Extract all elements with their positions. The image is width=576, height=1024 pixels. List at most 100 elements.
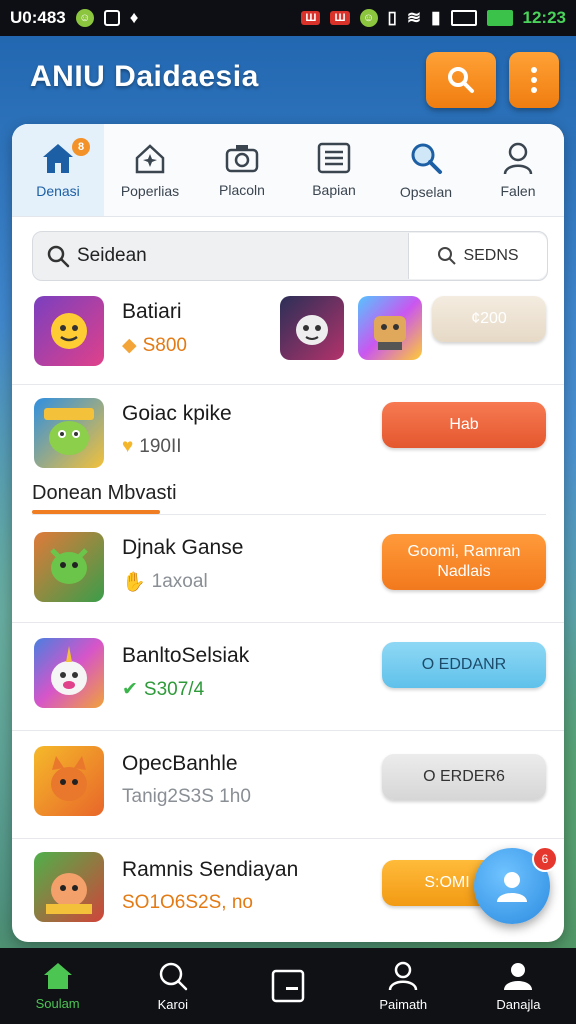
item-likes-value: 190II [139,436,182,457]
unicorn-character-icon [51,646,87,695]
shield-icon: ♦ [129,8,139,27]
list-item[interactable]: OpecBanhle Tanig2S3S 1h0 O ERDER6 [12,730,564,839]
menu-button[interactable] [509,52,559,108]
search-submit-button[interactable]: SEDNS [408,233,547,279]
item-title: Goiac kpike [122,402,232,425]
smiley-icon-2: ☺ [359,9,378,27]
search-icon [159,962,188,991]
nav-item-paimath[interactable]: Paimath [346,948,461,1024]
home-icon [43,144,73,173]
search-input[interactable] [71,244,408,268]
hero-character-icon [46,873,92,914]
game-thumbnail[interactable] [358,296,422,360]
people-icon [504,963,533,990]
diamond-icon: ◆ [122,335,137,356]
fab-badge: 6 [532,846,558,872]
nav-item-soulam[interactable]: Soulam [0,948,115,1024]
section-title: Donean Mbvasti [32,482,177,504]
search-button[interactable] [426,52,496,108]
search-icon [47,245,70,268]
tab-denasi[interactable]: 8 Denasi [12,124,104,216]
main-card: 8 Denasi Poperlias Placoln Bapian Opsela… [12,124,564,942]
person-icon [388,961,418,991]
battery-icon [450,10,477,26]
item-meta: Tanig2S3S 1h0 [122,786,251,808]
divider [32,514,546,515]
battery-charging-icon [486,10,513,26]
magnifier-icon [411,143,442,174]
monster-character-icon [44,408,94,455]
nav-label: Soulam [35,996,80,1011]
smiley-icon: ☺ [75,9,94,27]
action-button[interactable]: Hab [382,402,546,448]
action-button-label: Goomi, Ramran Nadlais [407,543,521,580]
order-button[interactable]: O ERDER6 [382,754,546,800]
person-icon [497,872,527,902]
price-button-label: ¢200 [471,310,507,327]
heart-icon: ♥ [122,436,134,457]
tab-label: Placoln [219,182,265,198]
item-meta-value: Tanig2S3S 1h0 [122,786,251,807]
item-price: SO1O6S2S, no [122,892,253,914]
order-button-label: O EDDANR [421,656,507,673]
game-thumbnail [34,296,104,366]
dragon-character-icon [50,548,88,584]
item-title: Batiari [122,300,182,323]
price-button[interactable]: ¢200 [432,296,546,342]
tab-poperlias[interactable]: Poperlias [104,124,196,216]
status-badge: Ш [301,11,321,25]
sparkle-house-icon [135,144,165,174]
tab-badge: 8 [72,138,90,156]
action-button[interactable]: Goomi, Ramran Nadlais [382,534,546,590]
more-vertical-icon [531,67,537,93]
game-thumbnail [34,746,104,816]
tab-label: Denasi [36,183,80,199]
tab-placoln[interactable]: Placoln [196,124,288,216]
nav-item-card[interactable] [230,948,345,1024]
action-button-label: Hab [449,416,479,433]
list-item[interactable]: Goiac kpike ♥ 190II Hab [12,384,564,480]
app-title: ANIU Daidaesia [30,60,259,93]
tab-opselan[interactable]: Opselan [380,124,472,216]
search-button-label: SEDNS [463,247,519,264]
home-icon [43,963,72,989]
item-price: ◆ S800 [122,334,187,357]
item-title: BanltoSelsiak [122,644,250,667]
list-item[interactable]: BanltoSelsiak ✔ S307/4 O EDDANR [12,622,564,731]
fox-character-icon [51,756,87,801]
item-title: Ramnis Sendiayan [122,858,299,881]
action-button-label: S:OMI [424,874,470,891]
card-icon [271,969,305,1003]
order-button[interactable]: O EDDANR [382,642,546,688]
notification-icon [103,10,120,26]
status-left-text: U0:483 [10,8,66,27]
tab-bapian[interactable]: Bapian [288,124,380,216]
wifi-icon: ≋ [406,8,422,27]
game-thumbnail[interactable] [280,296,344,360]
item-likes: ✋ 1axoal [122,570,208,594]
vibrate-icon: ▯ [387,8,397,27]
tab-label: Opselan [399,184,453,200]
sun-character-icon [51,313,87,349]
game-thumbnail [34,852,104,922]
list-icon [317,142,351,174]
order-button-label: O ERDER6 [423,768,505,785]
tab-label: Bapian [312,182,356,198]
list-item[interactable]: Batiari ◆ S800 ¢200 [12,286,564,385]
game-thumbnail [34,398,104,468]
search-bar: SEDNS [32,231,548,281]
item-title: Djnak Ganse [122,536,244,559]
status-bar: U0:483 ☺ ♦ Ш Ш ☺ ▯ ≋ ▮ 12:23 [0,0,576,36]
tab-falen[interactable]: Falen [472,124,564,216]
nav-item-karoi[interactable]: Karoi [115,948,230,1024]
game-thumbnail [34,532,104,602]
item-likes: ♥ 190II [122,436,182,458]
tab-label: Falen [500,183,536,199]
list-item[interactable]: Djnak Ganse ✋ 1axoal Goomi, Ramran Nadla… [12,516,564,623]
search-icon [448,67,474,93]
status-badge-2: Ш [330,11,350,25]
nav-label: Karoi [157,997,188,1012]
bottom-nav: Soulam Karoi Paimath Danajla [0,948,576,1024]
nav-item-danajla[interactable]: Danajla [461,948,576,1024]
check-icon: ✔ [122,679,138,700]
